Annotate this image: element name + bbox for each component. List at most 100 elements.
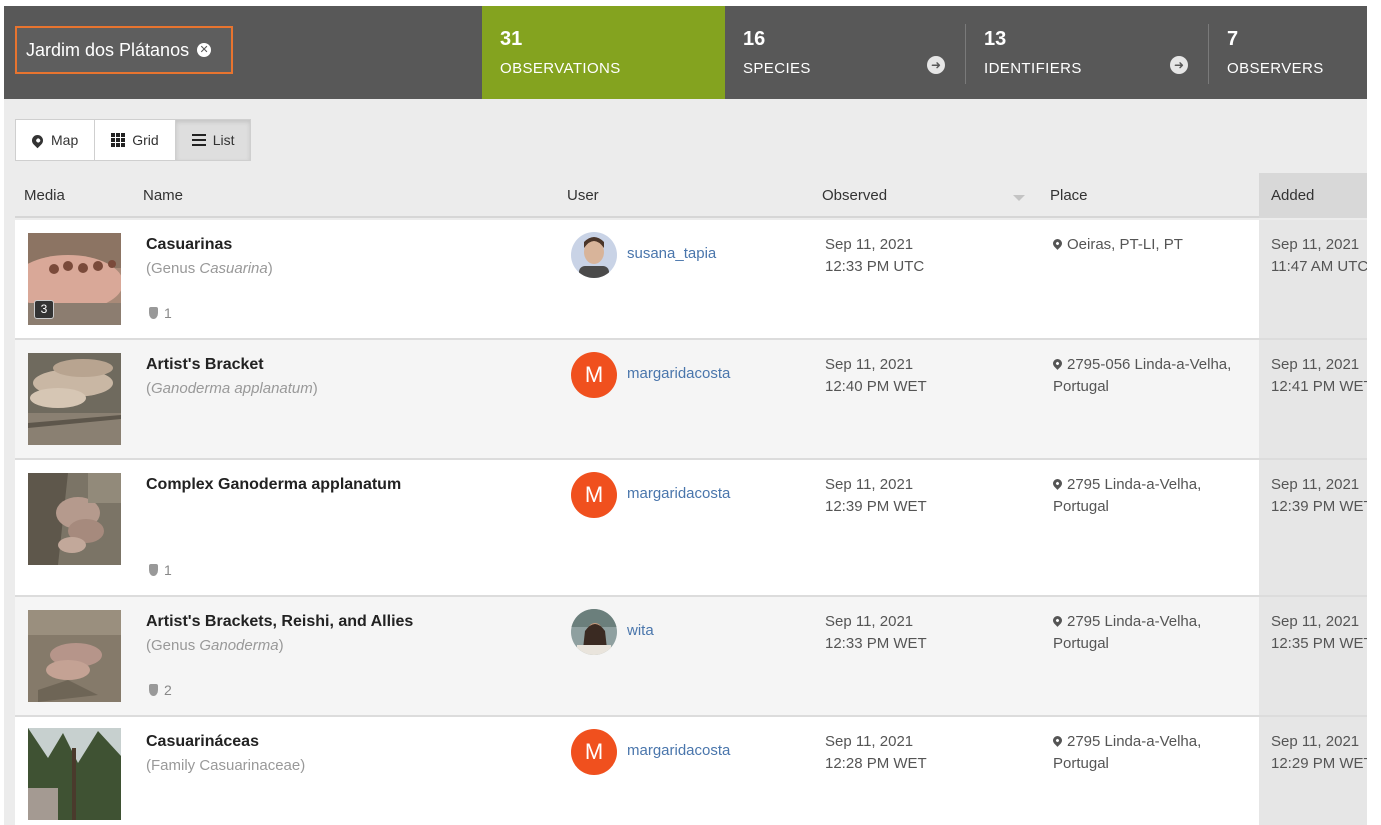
map-marker-icon xyxy=(1051,734,1064,747)
tab-species[interactable]: 16 SPECIES ➜ xyxy=(725,6,966,99)
identification-count-value: 2 xyxy=(164,682,172,698)
column-header-observed[interactable]: Observed xyxy=(822,187,887,204)
scientific-name: (Family Casuarinaceae) xyxy=(146,757,306,774)
photo-count-badge: 3 xyxy=(34,300,54,319)
taxon-name[interactable]: Casuarináceas (Family Casuarinaceae) xyxy=(146,733,546,774)
taxon-name[interactable]: Complex Ganoderma applanatum xyxy=(146,476,546,494)
column-header-user[interactable]: User xyxy=(567,187,599,204)
observed-date: Sep 11, 2021 12:28 PM WET xyxy=(825,733,927,772)
grid-icon xyxy=(111,133,126,147)
view-grid-button[interactable]: Grid xyxy=(94,119,176,161)
place-filter-pill[interactable]: Jardim dos Plátanos ✕ xyxy=(15,26,233,74)
avatar[interactable] xyxy=(571,609,617,655)
table-row[interactable]: 3 Casuarinas (Genus Casuarina) 1 susana_… xyxy=(15,220,1367,340)
sort-desc-icon[interactable] xyxy=(1013,195,1025,201)
map-marker-icon xyxy=(29,132,46,148)
map-marker-icon xyxy=(1051,237,1064,250)
identification-count: 2 xyxy=(149,682,172,698)
observation-photo[interactable]: 3 xyxy=(28,233,121,325)
tab-observations[interactable]: 31 OBSERVATIONS xyxy=(482,6,725,99)
map-marker-icon xyxy=(1051,357,1064,370)
observation-photo[interactable] xyxy=(28,353,121,445)
added-date: Sep 11, 2021 12:39 PM WET xyxy=(1259,460,1367,595)
table-row[interactable]: Artist's Brackets, Reishi, and Allies (G… xyxy=(15,597,1367,717)
taxon-name[interactable]: Casuarinas (Genus Casuarina) xyxy=(146,236,546,277)
table-header: Media Name User Observed Place Added xyxy=(15,173,1367,218)
observation-photo[interactable] xyxy=(28,610,121,702)
avatar[interactable] xyxy=(571,232,617,278)
scientific-name: (Ganoderma applanatum) xyxy=(146,380,318,397)
avatar[interactable]: M xyxy=(571,352,617,398)
common-name: Artist's Bracket xyxy=(146,356,264,373)
observation-photo[interactable] xyxy=(28,728,121,820)
tab-identifiers[interactable]: 13 IDENTIFIERS ➜ xyxy=(966,6,1209,99)
identifiers-count: 13 xyxy=(984,28,1007,50)
view-list-label: List xyxy=(212,132,235,148)
view-grid-label: Grid xyxy=(132,132,159,148)
observer: M margaridacosta xyxy=(571,472,730,518)
avatar[interactable]: M xyxy=(571,472,617,518)
identification-count-value: 1 xyxy=(164,305,172,321)
table-row[interactable]: Casuarináceas (Family Casuarinaceae) M m… xyxy=(15,717,1367,825)
column-header-name[interactable]: Name xyxy=(143,187,183,204)
tab-observers[interactable]: 7 OBSERVERS xyxy=(1209,6,1367,99)
username-link[interactable]: margaridacosta xyxy=(627,485,730,502)
identifiers-label: IDENTIFIERS xyxy=(984,60,1082,77)
view-toggle: Map Grid List xyxy=(15,119,252,161)
observer: susana_tapia xyxy=(571,232,716,278)
observed-date: Sep 11, 2021 12:39 PM WET xyxy=(825,476,927,515)
identification-count-value: 1 xyxy=(164,562,172,578)
observed-date: Sep 11, 2021 12:40 PM WET xyxy=(825,356,927,395)
added-date: Sep 11, 2021 12:29 PM WET xyxy=(1259,717,1367,825)
common-name: Artist's Brackets, Reishi, and Allies xyxy=(146,613,414,630)
place-name: 2795 Linda-a-Velha, Portugal xyxy=(1051,613,1202,652)
common-name: Casuarináceas xyxy=(146,733,259,750)
observer: wita xyxy=(571,609,654,655)
common-name: Complex Ganoderma applanatum xyxy=(146,476,402,493)
taxon-name[interactable]: Artist's Brackets, Reishi, and Allies (G… xyxy=(146,613,546,654)
shield-icon xyxy=(149,564,158,576)
observed-date: Sep 11, 2021 12:33 PM WET xyxy=(825,613,927,652)
column-header-media: Media xyxy=(24,187,65,204)
place-filter-area: Jardim dos Plátanos ✕ xyxy=(4,6,482,99)
identification-count: 1 xyxy=(149,305,172,321)
map-marker-icon xyxy=(1051,614,1064,627)
added-date: Sep 11, 2021 12:41 PM WET xyxy=(1259,340,1367,458)
view-list-button[interactable]: List xyxy=(174,119,252,161)
taxon-name[interactable]: Artist's Bracket (Ganoderma applanatum) xyxy=(146,356,546,397)
place-name: 2795 Linda-a-Velha, Portugal xyxy=(1051,476,1202,515)
username-link[interactable]: margaridacosta xyxy=(627,365,730,382)
observers-label: OBSERVERS xyxy=(1227,60,1324,77)
column-header-added[interactable]: Added xyxy=(1259,173,1367,218)
username-link[interactable]: margaridacosta xyxy=(627,742,730,759)
place-name: 2795-056 Linda-a-Velha, Portugal xyxy=(1051,356,1232,395)
observation-photo[interactable] xyxy=(28,473,121,565)
results-panel: Map Grid List Media Name User Observed P… xyxy=(4,99,1367,825)
close-circle-icon[interactable]: ✕ xyxy=(197,43,212,57)
column-header-place[interactable]: Place xyxy=(1050,187,1088,204)
observer: M margaridacosta xyxy=(571,352,730,398)
username-link[interactable]: susana_tapia xyxy=(627,245,716,262)
place-filter-label: Jardim dos Plátanos xyxy=(26,39,190,60)
observations-label: OBSERVATIONS xyxy=(500,60,621,77)
map-marker-icon xyxy=(1051,477,1064,490)
species-label: SPECIES xyxy=(743,60,811,77)
observations-count: 31 xyxy=(500,28,523,50)
place-name: 2795 Linda-a-Velha, Portugal xyxy=(1051,733,1202,772)
observer: M margaridacosta xyxy=(571,729,730,775)
table-row[interactable]: Artist's Bracket (Ganoderma applanatum) … xyxy=(15,340,1367,460)
observation-list: 3 Casuarinas (Genus Casuarina) 1 susana_… xyxy=(15,220,1367,825)
username-link[interactable]: wita xyxy=(627,622,654,639)
avatar[interactable]: M xyxy=(571,729,617,775)
arrow-right-circle-icon[interactable]: ➜ xyxy=(927,56,945,74)
arrow-right-circle-icon[interactable]: ➜ xyxy=(1170,56,1188,74)
view-map-button[interactable]: Map xyxy=(15,119,96,161)
place-name: Oeiras, PT-LI, PT xyxy=(1051,234,1243,256)
table-row[interactable]: Complex Ganoderma applanatum 1 M margari… xyxy=(15,460,1367,597)
added-date: Sep 11, 2021 11:47 AM UTC xyxy=(1259,220,1367,338)
shield-icon xyxy=(149,307,158,319)
common-name: Casuarinas xyxy=(146,236,233,253)
observed-date: Sep 11, 2021 12:33 PM UTC xyxy=(825,236,925,275)
shield-icon xyxy=(149,684,158,696)
observers-count: 7 xyxy=(1227,28,1239,50)
